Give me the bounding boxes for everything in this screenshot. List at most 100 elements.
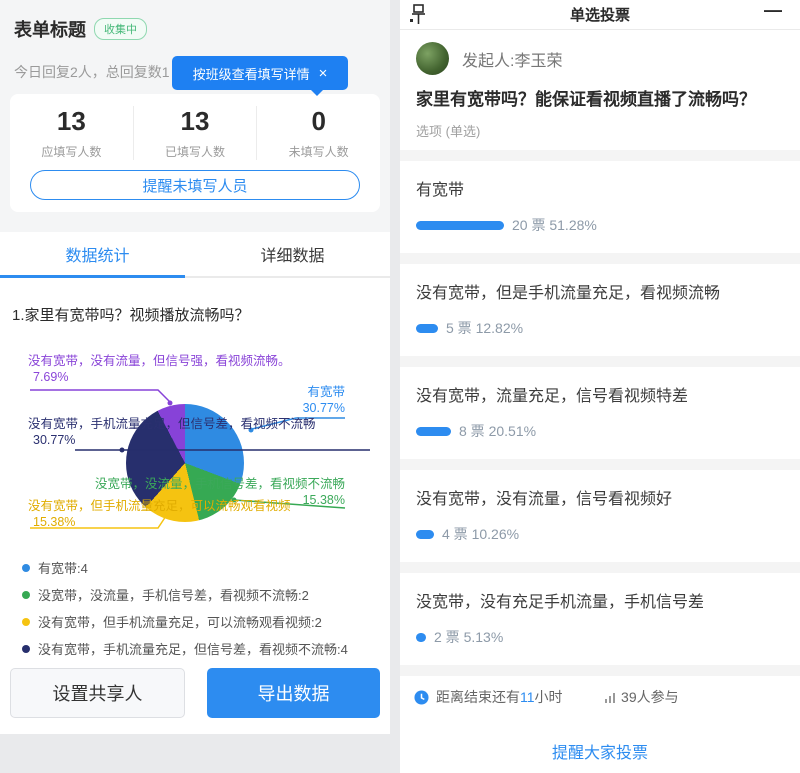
vote-option[interactable]: 没有宽带，但是手机流量充足，看视频流畅 5 票 12.82% <box>400 264 800 356</box>
vote-bar <box>416 221 504 230</box>
stat-expected: 13 应填写人数 <box>10 106 133 160</box>
stat-value: 0 <box>257 106 380 137</box>
tooltip-text: 按班级查看填写详情 <box>193 64 310 83</box>
option-result-row: 4 票 10.26% <box>416 524 784 544</box>
legend-dot <box>22 591 30 599</box>
export-data-button[interactable]: 导出数据 <box>207 668 380 718</box>
legend-label: 没有宽带，但手机流量充足，可以流畅观看视频:2 <box>38 612 322 631</box>
pie-label-navy: 没有宽带，手机流量充足，但信号差，看视频不流畅 30.77% <box>28 416 316 448</box>
legend-label: 有宽带:4 <box>38 558 88 577</box>
vote-meta-row: 距离结束还有11小时 39人参与 <box>414 687 786 707</box>
legend-item: 有宽带:4 <box>22 554 348 581</box>
options-type-label: 选项 (单选) <box>416 121 784 140</box>
remind-unfilled-button[interactable]: 提醒未填写人员 <box>30 170 360 200</box>
option-label: 没宽带，没有充足手机流量，手机信号差 <box>416 588 784 612</box>
vote-option[interactable]: 没有宽带，流量充足，信号看视频特差 8 票 20.51% <box>400 367 800 459</box>
initiator-name: 发起人:李玉荣 <box>462 47 562 71</box>
data-sheet: 数据统计 详细数据 1.家里有宽带吗？视频播放流畅吗？ 没有宽带，没有流量，但信… <box>0 232 390 734</box>
vote-question: 家里有宽带吗？能保证看视频直播了流畅吗？ <box>416 87 771 113</box>
tooltip-arrow <box>310 89 324 96</box>
vote-option[interactable]: 有宽带 20 票 51.28% <box>400 161 800 253</box>
tab-detail-data[interactable]: 详细数据 <box>195 232 390 276</box>
legend-dot <box>22 618 30 626</box>
pie-label-pct: 15.38% <box>28 514 291 530</box>
reply-summary-text: 今日回复2人，总回复数1 <box>14 62 170 82</box>
stat-label: 未填写人数 <box>257 143 380 160</box>
vote-info-card: 发起人:李玉荣 家里有宽带吗？能保证看视频直播了流畅吗？ 选项 (单选) <box>400 30 800 150</box>
footer-button-row: 设置共享人 导出数据 <box>10 668 380 718</box>
pie-legend: 有宽带:4 没宽带，没流量，手机信号差，看视频不流畅:2 没有宽带，但手机流量充… <box>22 554 348 662</box>
set-sharers-button[interactable]: 设置共享人 <box>10 668 185 718</box>
legend-dot <box>22 645 30 653</box>
vote-panel: 单选投票 — 发起人:李玉荣 家里有宽带吗？能保证看视频直播了流畅吗？ 选项 (… <box>400 0 800 734</box>
initiator-row: 发起人:李玉荣 <box>416 42 784 75</box>
form-title-row: 表单标题 收集中 <box>14 16 147 42</box>
vote-count: 20 票 51.28% <box>512 215 597 235</box>
pie-label-text: 没有宽带，没有流量，但信号强，看视频流畅。 <box>28 353 291 369</box>
option-label: 没有宽带，流量充足，信号看视频特差 <box>416 382 784 406</box>
stat-unfilled: 0 未填写人数 <box>256 106 380 160</box>
vote-count: 2 票 5.13% <box>434 627 503 647</box>
stat-value: 13 <box>134 106 257 137</box>
fill-stats-card: 13 应填写人数 13 已填写人数 0 未填写人数 提醒未填写人员 <box>10 94 380 212</box>
legend-item: 没宽带，没流量，手机信号差，看视频不流畅:2 <box>22 581 348 608</box>
time-remaining: 距离结束还有11小时 <box>436 687 563 707</box>
avatar <box>416 42 449 75</box>
pie-label-pct: 7.69% <box>28 369 291 385</box>
pin-icon[interactable] <box>410 4 426 26</box>
option-result-row: 2 票 5.13% <box>416 627 784 647</box>
tab-bar: 数据统计 详细数据 <box>0 232 390 278</box>
tab-data-statistics[interactable]: 数据统计 <box>0 232 195 276</box>
option-result-row: 5 票 12.82% <box>416 318 784 338</box>
participants-count: 39人参与 <box>621 687 679 707</box>
stat-label: 已填写人数 <box>134 143 257 160</box>
vote-option[interactable]: 没宽带，没有充足手机流量，手机信号差 2 票 5.13% <box>400 573 800 665</box>
pie-label-blue: 有宽带 30.77% <box>303 384 345 416</box>
option-result-row: 8 票 20.51% <box>416 421 784 441</box>
stats-row: 13 应填写人数 13 已填写人数 0 未填写人数 <box>10 106 380 160</box>
vote-count: 4 票 10.26% <box>442 524 519 544</box>
legend-label: 没有宽带，手机流量充足，但信号差，看视频不流畅:4 <box>38 639 348 658</box>
clock-icon <box>414 690 429 705</box>
pie-label-pct: 30.77% <box>303 400 345 416</box>
option-result-row: 20 票 51.28% <box>416 215 784 235</box>
vote-count: 5 票 12.82% <box>446 318 523 338</box>
active-tab-underline <box>0 275 185 278</box>
remind-vote-link[interactable]: 提醒大家投票 <box>414 739 786 763</box>
legend-item: 没有宽带，手机流量充足，但信号差，看视频不流畅:4 <box>22 635 348 662</box>
participants-icon <box>605 692 616 703</box>
vote-bar <box>416 530 434 539</box>
stat-label: 应填写人数 <box>10 143 133 160</box>
legend-label: 没宽带，没流量，手机信号差，看视频不流畅:2 <box>38 585 309 604</box>
stat-filled: 13 已填写人数 <box>133 106 257 160</box>
minimize-icon[interactable]: — <box>764 0 782 21</box>
legend-item: 没有宽带，但手机流量充足，可以流畅观看视频:2 <box>22 608 348 635</box>
vote-bar <box>416 324 438 333</box>
vote-count: 8 票 20.51% <box>459 421 536 441</box>
legend-dot <box>22 564 30 572</box>
pie-chart-area: 没有宽带，没有流量，但信号强，看视频流畅。 7.69% 有宽带 30.77% 没… <box>0 350 390 550</box>
pie-label-text: 没宽带，没流量，手机信号差，看视频不流畅 <box>95 476 345 492</box>
vote-title: 单选投票 <box>570 4 630 25</box>
vote-header: 单选投票 — <box>400 0 800 30</box>
close-icon[interactable]: × <box>319 66 328 81</box>
pie-label-text: 没有宽带，但手机流量充足，可以流畅观看视频 <box>28 498 291 514</box>
vote-bar <box>416 427 451 436</box>
class-detail-tooltip[interactable]: 按班级查看填写详情 × <box>172 56 348 90</box>
form-stats-panel: 表单标题 收集中 今日回复2人，总回复数1 按班级查看填写详情 × 13 应填写… <box>0 0 390 734</box>
pie-label-text: 有宽带 <box>303 384 345 400</box>
pie-label-yellow: 没有宽带，但手机流量充足，可以流畅观看视频 15.38% <box>28 498 291 530</box>
pie-label-purple: 没有宽带，没有流量，但信号强，看视频流畅。 7.69% <box>28 353 291 385</box>
pie-label-pct: 30.77% <box>28 432 316 448</box>
form-title: 表单标题 <box>14 16 86 42</box>
vote-bar <box>416 633 426 642</box>
question-title: 1.家里有宽带吗？视频播放流畅吗？ <box>12 304 250 325</box>
vote-footer: 距离结束还有11小时 39人参与 提醒大家投票 <box>400 676 800 773</box>
collecting-status-badge: 收集中 <box>94 18 147 40</box>
option-label: 有宽带 <box>416 176 784 200</box>
pie-label-text: 没有宽带，手机流量充足，但信号差，看视频不流畅 <box>28 416 316 432</box>
vote-option[interactable]: 没有宽带，没有流量，信号看视频好 4 票 10.26% <box>400 470 800 562</box>
stat-value: 13 <box>10 106 133 137</box>
option-label: 没有宽带，没有流量，信号看视频好 <box>416 485 784 509</box>
option-label: 没有宽带，但是手机流量充足，看视频流畅 <box>416 279 784 303</box>
